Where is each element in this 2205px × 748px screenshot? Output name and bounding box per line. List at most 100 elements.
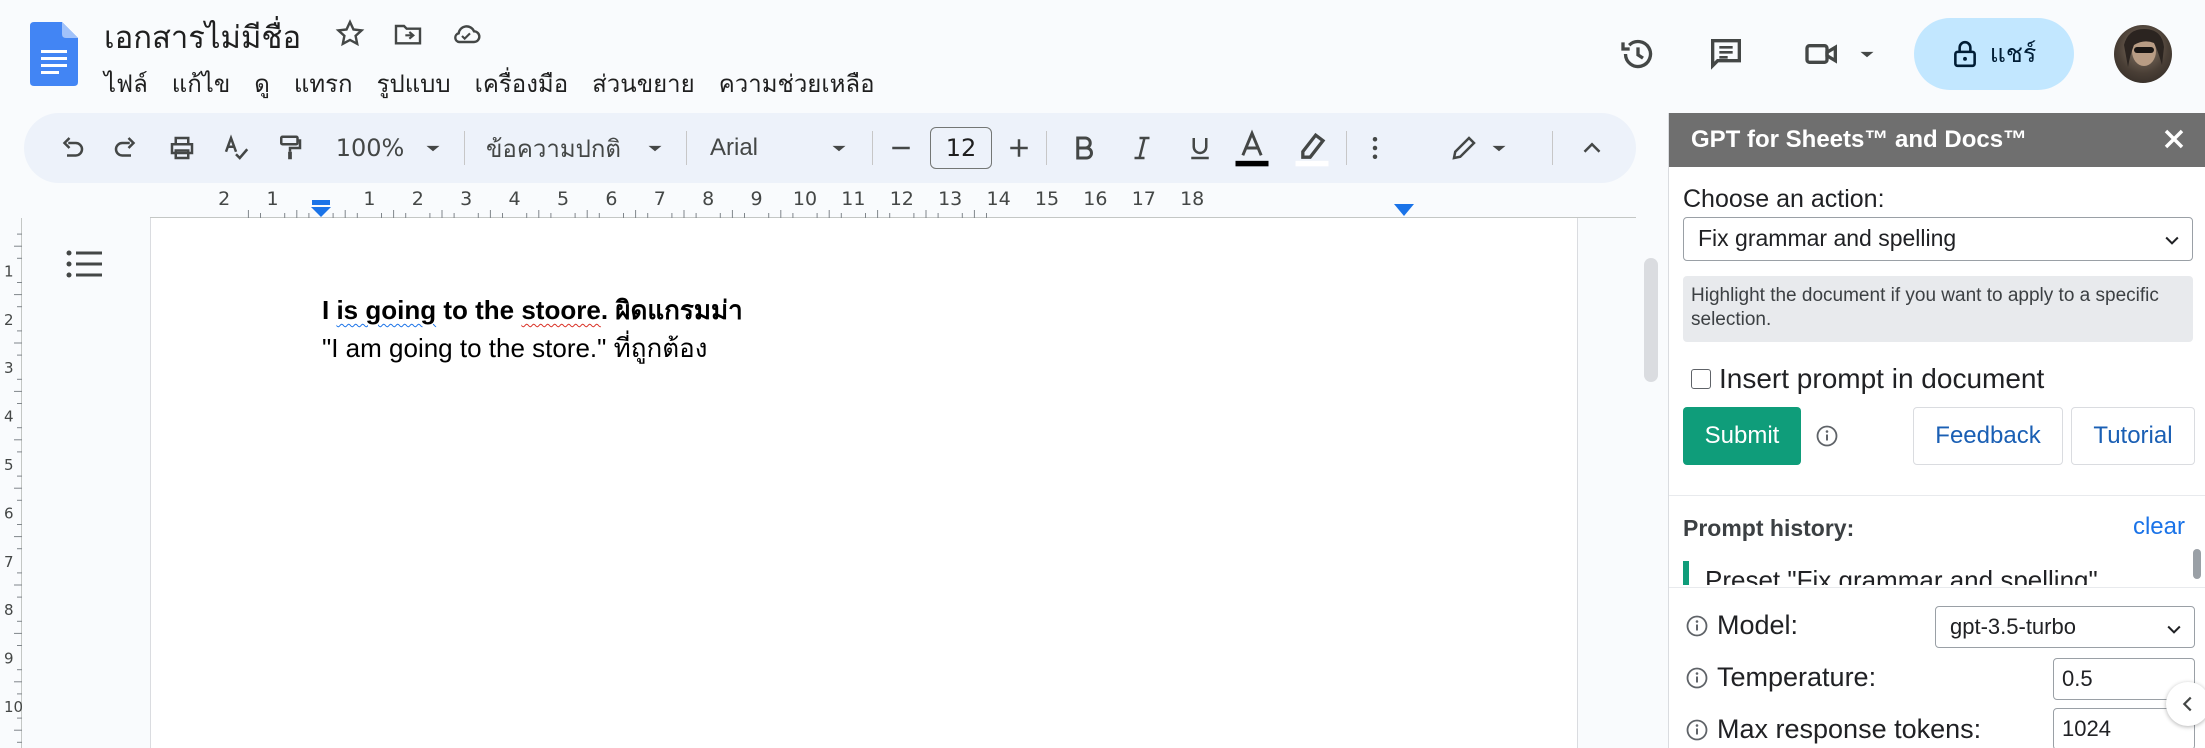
move-folder-icon[interactable] — [392, 18, 424, 50]
menu-format[interactable]: รูปแบบ — [377, 64, 466, 103]
decrease-font-size-button[interactable] — [886, 113, 916, 183]
model-select[interactable]: gpt-3.5-turbo — [1935, 606, 2195, 648]
editing-mode-chevron[interactable] — [1486, 113, 1512, 183]
feedback-button[interactable]: Feedback — [1913, 407, 2063, 465]
document-outline-icon[interactable] — [66, 248, 102, 280]
vertical-ruler-number: 7 — [4, 553, 14, 571]
menu-view[interactable]: ดู — [254, 64, 285, 103]
account-avatar[interactable] — [2114, 25, 2172, 83]
menu-extensions[interactable]: ส่วนขยาย — [592, 64, 710, 103]
text-color-button[interactable] — [1228, 113, 1276, 183]
document-line-correct[interactable]: "I am going to the store." ที่ถูกต้อง — [322, 328, 707, 369]
chevron-down-icon — [2165, 236, 2179, 245]
undo-icon — [62, 137, 84, 157]
chevron-left-icon — [2182, 696, 2192, 712]
grammar-error-phrase[interactable]: is going — [336, 295, 436, 325]
info-icon[interactable] — [1685, 614, 1709, 638]
prompt-history-scrollbar[interactable] — [2193, 549, 2201, 579]
menu-bar: ไฟล์ แก้ไข ดู แทรก รูปแบบ เครื่องมือ ส่ว… — [104, 64, 899, 103]
paint-format-button[interactable] — [270, 113, 310, 183]
zoom-chevron[interactable] — [420, 113, 446, 183]
spellcheck-button[interactable] — [216, 113, 256, 183]
hide-menus-button[interactable] — [1572, 113, 1612, 183]
text-segment: . ผิดแกรมม่า — [600, 295, 743, 325]
temperature-row: Temperature: — [1685, 662, 1876, 693]
prompt-history-item[interactable]: Preset "Fix grammar and spelling" — [1683, 561, 2183, 585]
info-icon[interactable] — [1685, 666, 1709, 690]
underline-button[interactable] — [1180, 113, 1220, 183]
editing-mode-button[interactable] — [1444, 113, 1484, 183]
action-select-value: Fix grammar and spelling — [1698, 225, 1957, 251]
spelling-error-word[interactable]: stoore — [521, 295, 600, 325]
left-indent-marker-icon[interactable] — [310, 200, 332, 218]
font-chevron[interactable] — [826, 113, 852, 183]
minus-icon — [892, 146, 910, 150]
ruler-number: 10 — [792, 188, 818, 210]
version-history-icon[interactable] — [1618, 34, 1658, 74]
italic-button[interactable] — [1122, 113, 1162, 183]
print-button[interactable] — [162, 113, 202, 183]
horizontal-ruler[interactable]: 2 1 1 2 3 4 5 6 7 8 9 10 11 12 13 14 15 16 17 18 — [150, 186, 1636, 218]
increase-font-size-button[interactable] — [1004, 113, 1034, 183]
sidebar-title: GPT for Sheets™ and Docs™ — [1691, 126, 2028, 153]
meet-dropdown-chevron-icon[interactable] — [1854, 34, 1880, 74]
comments-icon[interactable] — [1706, 34, 1746, 74]
ruler-number: 2 — [218, 188, 231, 210]
redo-button[interactable] — [106, 113, 146, 183]
menu-file[interactable]: ไฟล์ — [104, 64, 163, 103]
docs-logo-icon[interactable] — [30, 22, 78, 86]
print-icon — [170, 136, 194, 160]
bold-button[interactable] — [1064, 113, 1104, 183]
info-icon[interactable] — [1815, 424, 1839, 448]
close-icon[interactable] — [2158, 123, 2190, 155]
prompt-history-label: Prompt history: — [1683, 515, 1855, 541]
more-options-button[interactable] — [1360, 113, 1390, 183]
right-indent-marker-icon[interactable] — [1393, 200, 1415, 218]
ruler-number: 11 — [841, 188, 866, 210]
undo-button[interactable] — [52, 113, 92, 183]
document-scrollbar[interactable] — [1644, 258, 1658, 382]
submit-button[interactable]: Submit — [1683, 407, 1801, 465]
menu-insert[interactable]: แทรก — [294, 64, 368, 103]
font-select[interactable]: Arial — [710, 113, 810, 183]
temperature-label: Temperature: — [1717, 662, 1877, 692]
font-size-input[interactable]: 12 — [930, 127, 992, 169]
cloud-saved-icon[interactable] — [450, 18, 482, 50]
document-title[interactable]: เอกสารไม่มีชื่อ — [104, 12, 301, 62]
menu-help[interactable]: ความช่วยเหลือ — [719, 64, 890, 103]
ruler-number: 4 — [508, 188, 521, 210]
share-button[interactable]: แชร์ — [1914, 18, 2074, 90]
insert-prompt-option[interactable]: Insert prompt in document — [1691, 363, 2044, 395]
chevron-down-icon — [648, 145, 662, 152]
highlighter-icon — [1295, 132, 1329, 167]
menu-tools[interactable]: เครื่องมือ — [475, 64, 584, 103]
underline-icon — [1191, 138, 1209, 160]
collapse-side-panel-button[interactable] — [2166, 682, 2205, 726]
insert-prompt-checkbox[interactable] — [1691, 369, 1711, 389]
text-color-icon — [1235, 129, 1269, 167]
toolbar-divider — [1046, 131, 1047, 165]
tutorial-button[interactable]: Tutorial — [2071, 407, 2195, 465]
document-line-incorrect[interactable]: I is going to the stoore. ผิดแกรมม่า — [322, 290, 743, 331]
style-chevron[interactable] — [642, 113, 668, 183]
highlight-color-button[interactable] — [1288, 113, 1336, 183]
chevron-down-icon — [832, 145, 846, 152]
meet-video-icon[interactable] — [1802, 34, 1842, 74]
paragraph-style-select[interactable]: ข้อความปกติ — [486, 113, 626, 183]
zoom-select[interactable]: 100% — [330, 113, 410, 183]
sidebar-divider — [1669, 495, 2205, 496]
vertical-ruler-number: 9 — [4, 650, 14, 668]
clear-history-link[interactable]: clear — [2133, 513, 2185, 541]
vertical-ruler-number: 1 — [4, 262, 14, 280]
toolbar-divider — [1552, 131, 1553, 165]
star-icon[interactable] — [334, 18, 366, 50]
vertical-ruler[interactable]: 1 2 3 4 5 6 7 8 9 10 — [0, 218, 23, 748]
redo-icon — [114, 137, 136, 157]
model-row: Model: — [1685, 610, 1798, 641]
action-select[interactable]: Fix grammar and spelling — [1683, 217, 2193, 261]
sidebar-header: GPT for Sheets™ and Docs™ — [1669, 113, 2205, 167]
model-label: Model: — [1717, 610, 1799, 640]
menu-edit[interactable]: แก้ไข — [172, 64, 245, 103]
info-icon[interactable] — [1685, 718, 1709, 742]
ruler-number: 7 — [653, 188, 666, 210]
